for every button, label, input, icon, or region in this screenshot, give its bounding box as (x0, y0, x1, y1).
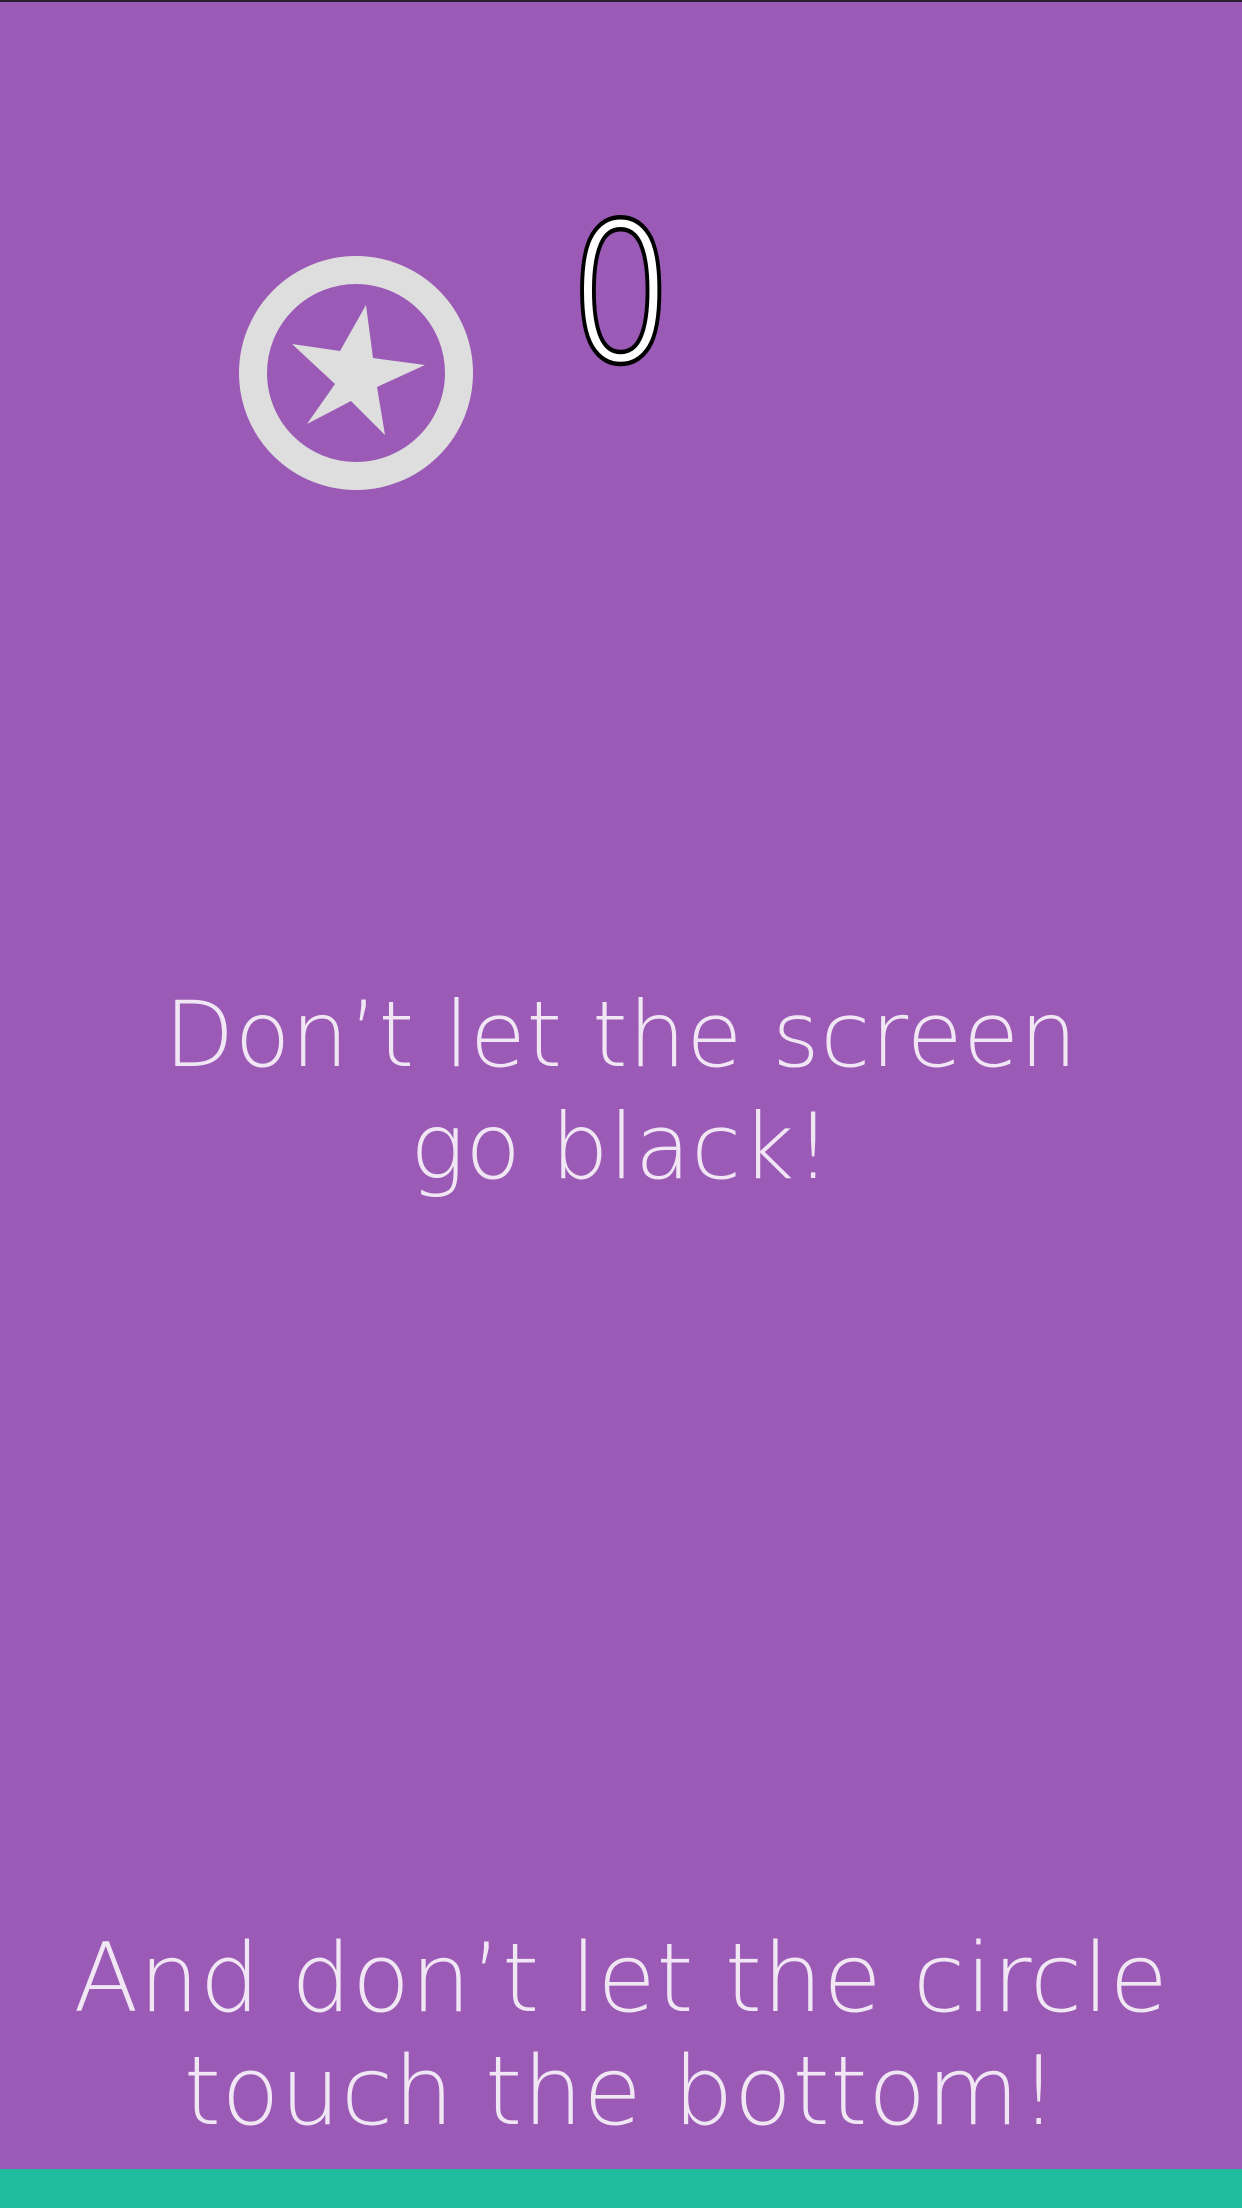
game-screen[interactable]: 0 Don’t let the screen go black! And don… (0, 0, 1242, 2208)
instruction-circle-text: And don’t let the circle touch the botto… (73, 1924, 1169, 2147)
bottom-boundary-bar (0, 2169, 1242, 2208)
star-circle-icon[interactable] (238, 255, 474, 491)
star-shape (292, 305, 425, 435)
instruction-screen-text: Don’t let the screen go black! (164, 983, 1078, 1200)
top-edge-line (0, 0, 1242, 2)
score-counter: 0 (566, 185, 677, 404)
